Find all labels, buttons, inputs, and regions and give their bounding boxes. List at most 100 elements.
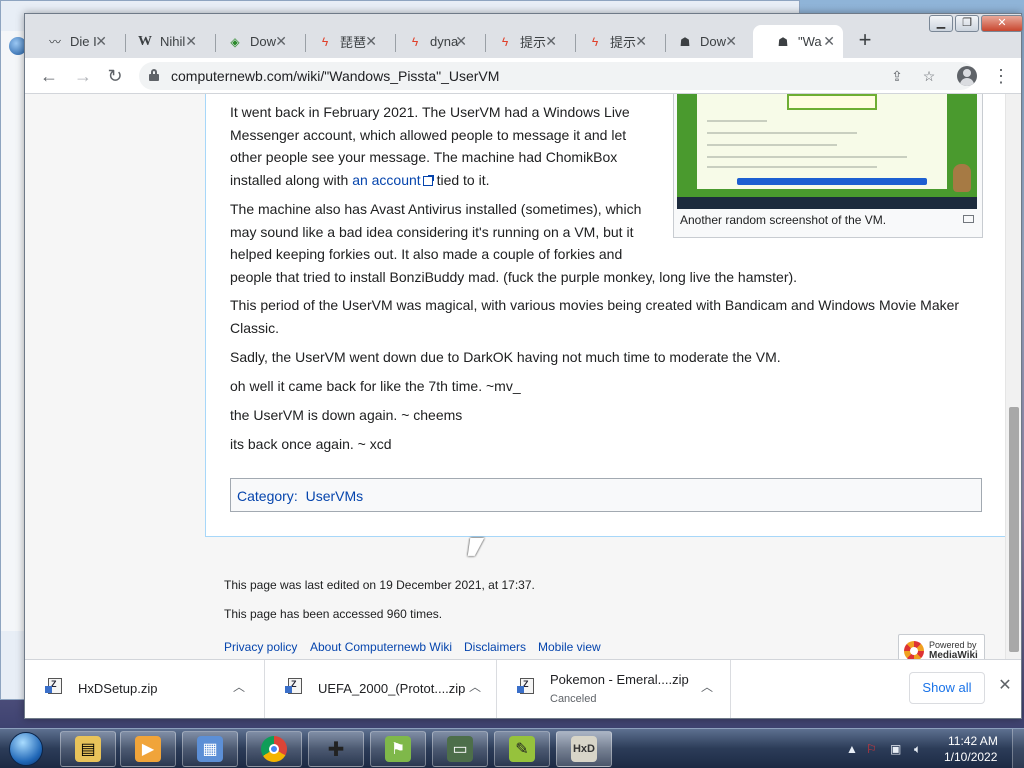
category-box: Category: UserVMs [230,478,982,512]
download-item-3[interactable]: Pokemon - Emeral....zip Canceled ︿ [497,660,731,718]
text-line: Classic. [230,319,280,336]
thumbnail-caption: Another random screenshot of the VM. [680,213,887,227]
taskbar-gamepad[interactable]: ✚ [308,731,364,767]
window-close-button[interactable]: ✕ [981,15,1023,32]
bookmark-star-icon[interactable]: ☆ [919,66,939,86]
text-line: installed along with an account tied to … [230,169,650,192]
scrollbar-thumb[interactable] [1009,407,1019,652]
category-label-link[interactable]: Category [237,488,294,504]
paragraph-7: its back once again. ~ xcd [230,436,392,452]
menu-kebab-icon[interactable]: ⋮ [991,66,1011,86]
tab-9-active[interactable]: ☗ "Wa ✕ [753,25,843,58]
clock-time[interactable]: 11:42 AM [948,734,998,748]
zip-file-icon [517,678,534,694]
taskbar-app-flag[interactable]: ⚑ [370,731,426,767]
network-icon[interactable]: ▣ [890,742,901,756]
new-tab-button[interactable]: + [853,29,877,53]
paragraph-1: It went back in February 2021. The UserV… [230,101,650,191]
tab-3[interactable]: ◈ Dow ✕ [205,25,295,58]
account-link[interactable]: an account [352,172,421,188]
share-icon[interactable]: ⇪ [887,66,907,86]
download-status: Canceled [550,693,597,705]
chevron-up-icon[interactable]: ︿ [467,678,483,694]
clock-date[interactable]: 1/10/2022 [944,750,997,764]
zip-file-icon [45,678,62,694]
close-shelf-icon[interactable]: ✕ [997,678,1013,694]
text-span: installed along with [230,171,353,188]
chevron-up-icon[interactable]: ︿ [231,678,247,694]
taskbar-hxd[interactable]: HxD [556,731,612,767]
text-line: This period of the UserVM was magical, w… [230,297,960,313]
taskbar-media-player[interactable]: ▶ [120,731,176,767]
footer-link-disclaimers[interactable]: Disclaimers [464,640,526,654]
footer-link-about[interactable]: About Computernewb Wiki [310,640,452,654]
download-icon: ◈ [230,34,240,49]
show-all-downloads-button[interactable]: Show all [909,672,985,704]
chevron-up-icon[interactable]: ︿ [699,678,715,694]
tab-close-icon[interactable]: ✕ [185,34,197,48]
powered-by-mediawiki-badge[interactable]: Powered by MediaWiki [898,634,985,659]
access-count-text: This page has been accessed 960 times. [224,607,443,621]
download-item-1[interactable]: HxDSetup.zip ︿ [25,660,265,718]
screenshot-line [707,166,877,168]
tab-7[interactable]: ϟ 提示 ✕ [565,25,655,58]
tab-6[interactable]: ϟ 提示 ✕ [475,25,565,58]
category-uservms-link[interactable]: UserVMs [306,488,364,504]
tab-1[interactable]: 〰 Die I ✕ [25,25,115,58]
chrome-icon [261,736,287,762]
paragraph-3: This period of the UserVM was magical, w… [230,294,990,339]
footer-link-privacy[interactable]: Privacy policy [224,640,297,654]
magnify-icon[interactable] [963,215,974,223]
minimize-button[interactable]: ▁ [929,15,953,32]
folder-icon: ▤ [75,736,101,762]
text-line: It went back in February 2021. The UserV… [230,104,630,120]
tab-close-icon[interactable]: ✕ [455,34,467,48]
address-bar[interactable]: computernewb.com/wiki/"Wandows_Pissta"_U… [139,62,975,90]
tab-8[interactable]: ☗ Dow ✕ [655,25,745,58]
browser-window: 〰 Die I ✕ W Nihil ✕ ◈ Dow ✕ ϟ 琵琶 ✕ ϟ dyn… [24,13,1023,719]
bolt-icon: ϟ [591,34,599,49]
external-link-icon [422,174,434,186]
screenshot-line [707,156,907,158]
tab-5[interactable]: ϟ dyna ✕ [385,25,475,58]
download-filename: Pokemon - Emeral....zip [550,672,689,687]
taskbar: ▤ ▶ ▦ ✚ ⚑ ▭ ✎ HxD ▲ ⚐ ▣ 🔈︎ 11:42 AM 1/10… [0,728,1024,768]
show-desktop-button[interactable] [1012,729,1024,768]
screenshot-line [707,144,837,146]
control-panel-icon: ▦ [197,736,223,762]
volume-icon[interactable]: 🔈︎ [914,742,921,757]
taskbar-explorer[interactable]: ▤ [60,731,116,767]
tab-close-icon[interactable]: ✕ [95,34,107,48]
footer-link-mobile[interactable]: Mobile view [538,640,601,654]
vertical-scrollbar[interactable] [1005,94,1021,659]
forward-icon[interactable]: → [71,64,95,88]
action-center-flag-icon[interactable]: ⚐ [866,742,877,756]
show-hidden-icons-arrow[interactable]: ▲ [846,742,858,756]
last-edited-text: This page was last edited on 19 December… [224,578,535,592]
tab-close-icon[interactable]: ✕ [823,34,835,48]
text-line: other people see your message. The machi… [230,149,618,165]
tab-close-icon[interactable]: ✕ [275,34,287,48]
tab-close-icon[interactable]: ✕ [725,34,737,48]
tab-4[interactable]: ϟ 琵琶 ✕ [295,25,385,58]
taskbar-chrome[interactable] [246,731,302,767]
lock-icon[interactable] [149,69,159,81]
vm-screenshot-image[interactable] [677,94,977,209]
page-viewport: It went back in February 2021. The UserV… [25,94,1021,659]
taskbar-control-panel[interactable]: ▦ [182,731,238,767]
reload-icon[interactable]: ↻ [103,64,127,88]
download-item-2[interactable]: UEFA_2000_(Protot....zip ︿ [265,660,497,718]
screenshot-taskbar [677,197,977,209]
tab-2[interactable]: W Nihil ✕ [115,25,205,58]
tab-close-icon[interactable]: ✕ [635,34,647,48]
url-text[interactable]: computernewb.com/wiki/"Wandows_Pissta"_U… [171,68,499,84]
maximize-button[interactable]: ❐ [955,15,979,32]
tab-close-icon[interactable]: ✕ [365,34,377,48]
profile-icon[interactable] [957,66,977,86]
tab-close-icon[interactable]: ✕ [545,34,557,48]
back-icon[interactable]: ← [37,64,61,88]
taskbar-editor[interactable]: ✎ [494,731,550,767]
taskbar-monitor-app[interactable]: ▭ [432,731,488,767]
start-button[interactable] [4,729,46,768]
tab-strip: 〰 Die I ✕ W Nihil ✕ ◈ Dow ✕ ϟ 琵琶 ✕ ϟ dyn… [25,14,1023,62]
